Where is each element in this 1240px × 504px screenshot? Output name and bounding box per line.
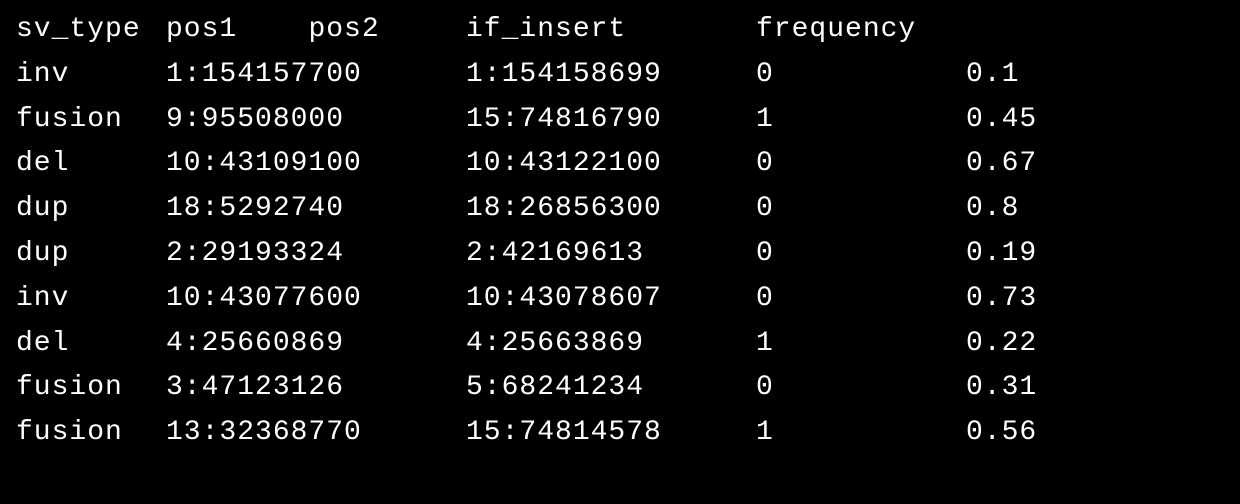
cell-pos2: 10:43078607: [466, 277, 756, 322]
header-pos1-pos2: pos1 pos2: [166, 8, 466, 53]
table-row: dup2:291933242:4216961300.19: [16, 232, 1224, 277]
cell-pos1: 2:29193324: [166, 232, 466, 277]
cell-sv-type: del: [16, 322, 166, 367]
cell-sv-type: fusion: [16, 411, 166, 456]
cell-frequency: 0.56: [966, 411, 1116, 456]
header-if-insert: if_insert: [466, 8, 756, 53]
cell-sv-type: inv: [16, 277, 166, 322]
cell-frequency: 0.31: [966, 366, 1116, 411]
cell-pos2: 15:74814578: [466, 411, 756, 456]
cell-frequency: 0.1: [966, 53, 1116, 98]
cell-frequency: 0.73: [966, 277, 1116, 322]
data-rows-container: inv1:1541577001:15415869900.1fusion9:955…: [16, 53, 1224, 456]
cell-pos1: 10:43109100: [166, 142, 466, 187]
cell-sv-type: dup: [16, 232, 166, 277]
cell-if-insert: 0: [756, 232, 966, 277]
cell-if-insert: 0: [756, 277, 966, 322]
table-row: del10:4310910010:4312210000.67: [16, 142, 1224, 187]
cell-sv-type: fusion: [16, 98, 166, 143]
cell-pos1: 18:5292740: [166, 187, 466, 232]
cell-pos1: 3:47123126: [166, 366, 466, 411]
table-row: fusion13:3236877015:7481457810.56: [16, 411, 1224, 456]
header-pos2-label: pos2: [308, 8, 379, 53]
cell-sv-type: del: [16, 142, 166, 187]
header-row: sv_type pos1 pos2 if_insert frequency: [16, 8, 1224, 53]
cell-if-insert: 0: [756, 187, 966, 232]
cell-if-insert: 1: [756, 322, 966, 367]
table-row: fusion9:9550800015:7481679010.45: [16, 98, 1224, 143]
header-frequency: frequency: [756, 8, 966, 53]
cell-pos2: 18:26856300: [466, 187, 756, 232]
cell-pos1: 10:43077600: [166, 277, 466, 322]
table-row: inv10:4307760010:4307860700.73: [16, 277, 1224, 322]
cell-frequency: 0.19: [966, 232, 1116, 277]
cell-pos1: 4:25660869: [166, 322, 466, 367]
cell-if-insert: 0: [756, 142, 966, 187]
cell-pos2: 15:74816790: [466, 98, 756, 143]
cell-sv-type: inv: [16, 53, 166, 98]
cell-pos2: 2:42169613: [466, 232, 756, 277]
cell-frequency: 0.67: [966, 142, 1116, 187]
table-row: fusion3:471231265:6824123400.31: [16, 366, 1224, 411]
cell-pos2: 10:43122100: [466, 142, 756, 187]
cell-frequency: 0.8: [966, 187, 1116, 232]
header-pos1-label: pos1: [166, 14, 237, 45]
table-row: inv1:1541577001:15415869900.1: [16, 53, 1224, 98]
cell-if-insert: 0: [756, 53, 966, 98]
cell-if-insert: 0: [756, 366, 966, 411]
cell-pos1: 1:154157700: [166, 53, 466, 98]
cell-frequency: 0.22: [966, 322, 1116, 367]
cell-frequency: 0.45: [966, 98, 1116, 143]
table-row: del4:256608694:2566386910.22: [16, 322, 1224, 367]
cell-pos2: 4:25663869: [466, 322, 756, 367]
cell-if-insert: 1: [756, 98, 966, 143]
cell-sv-type: fusion: [16, 366, 166, 411]
header-spacer: [966, 8, 1116, 53]
cell-pos1: 13:32368770: [166, 411, 466, 456]
cell-pos2: 1:154158699: [466, 53, 756, 98]
header-sv-type: sv_type: [16, 8, 166, 53]
cell-sv-type: dup: [16, 187, 166, 232]
cell-pos1: 9:95508000: [166, 98, 466, 143]
cell-if-insert: 1: [756, 411, 966, 456]
table-row: dup18:529274018:2685630000.8: [16, 187, 1224, 232]
cell-pos2: 5:68241234: [466, 366, 756, 411]
